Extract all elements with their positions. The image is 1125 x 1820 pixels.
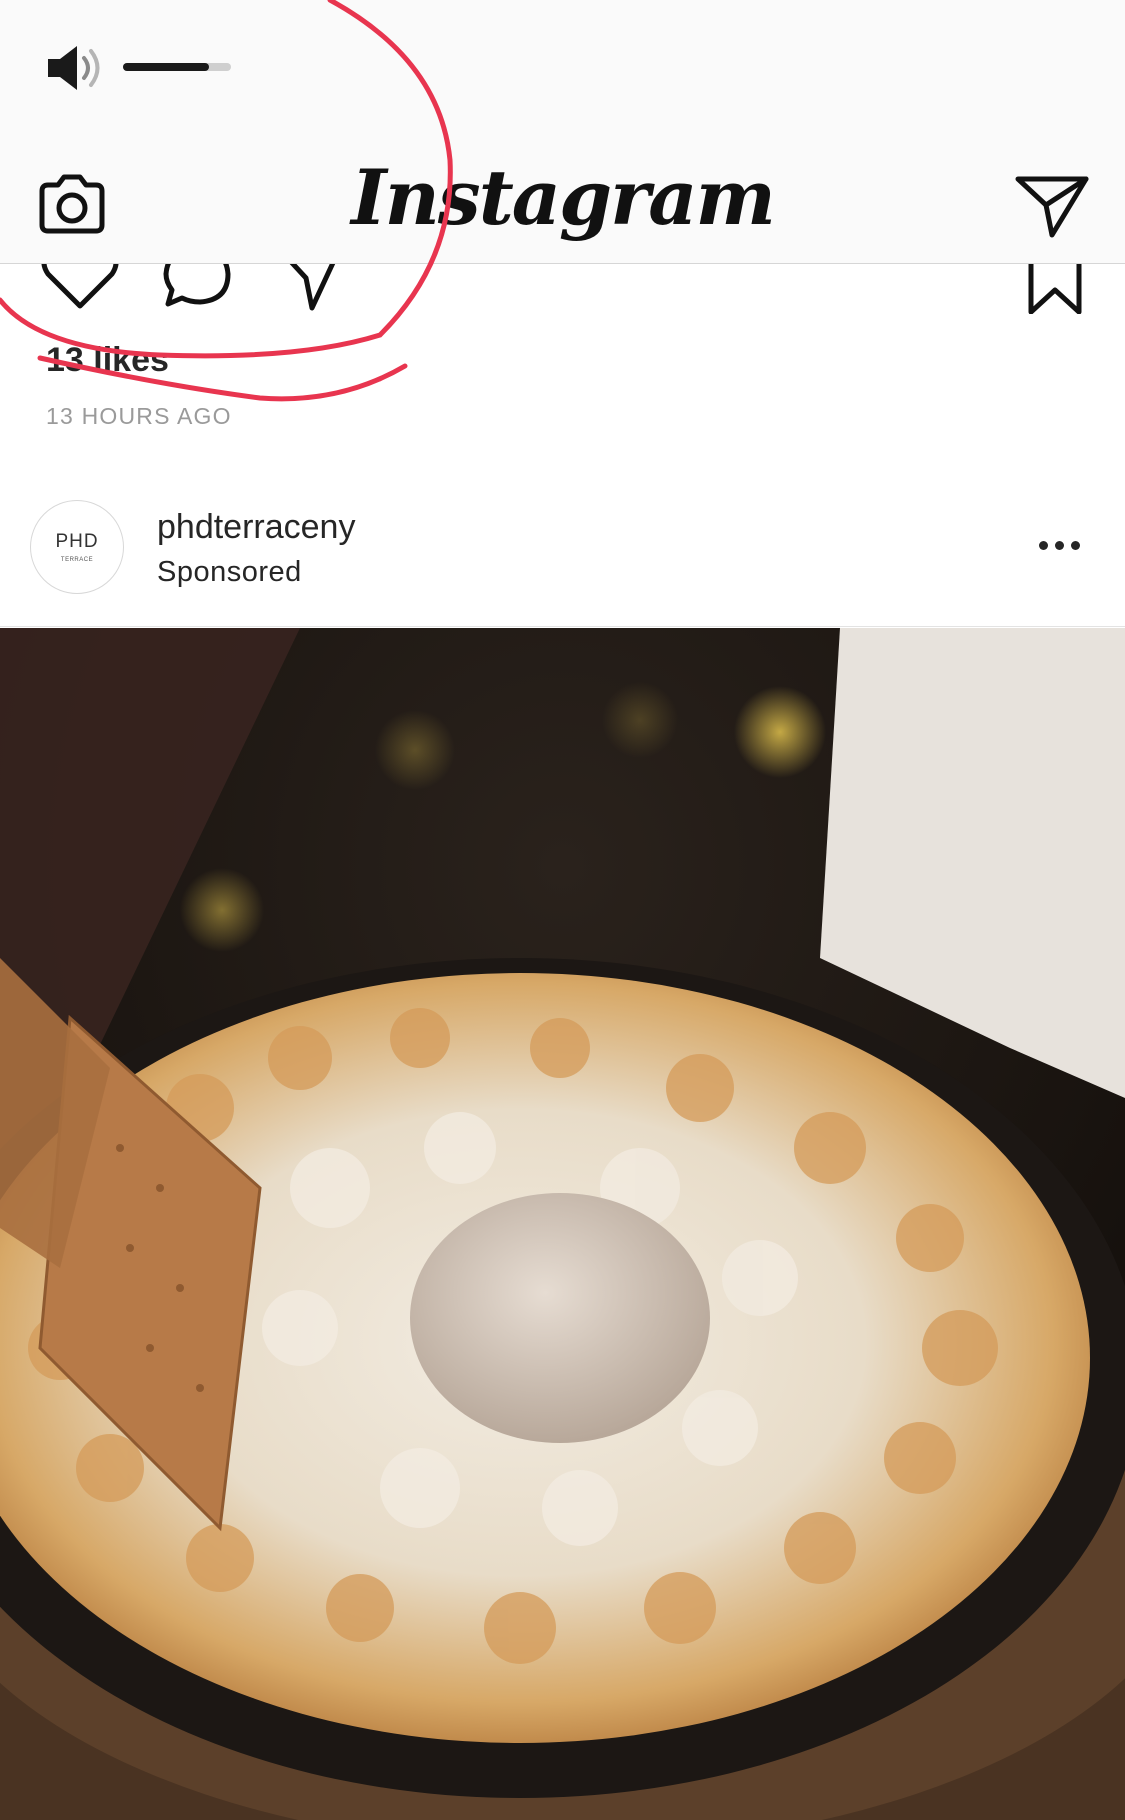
volume-level xyxy=(123,63,210,71)
avatar[interactable]: PHD TERRACE xyxy=(30,500,124,594)
post-timestamp: 13 HOURS AGO xyxy=(46,403,232,429)
comment-icon[interactable] xyxy=(160,264,236,314)
top-bar: Instagram xyxy=(0,145,1125,264)
avatar-logo-subtext: TERRACE xyxy=(60,557,94,563)
previous-post-actions xyxy=(0,264,1125,314)
share-icon[interactable] xyxy=(278,264,342,314)
app-title: Instagram xyxy=(351,153,776,242)
post-media[interactable] xyxy=(0,628,1125,1820)
likes-count[interactable]: 13 likes xyxy=(46,341,169,380)
sponsored-label: Sponsored xyxy=(157,556,302,588)
more-options-icon[interactable] xyxy=(1030,526,1090,566)
heart-icon[interactable] xyxy=(40,264,120,314)
paper-plane-icon[interactable] xyxy=(1012,169,1092,241)
post-header: PHD TERRACE phdterraceny Sponsored xyxy=(0,490,1125,627)
speaker-icon xyxy=(48,46,100,90)
post-username[interactable]: phdterraceny xyxy=(157,508,355,547)
volume-slider[interactable] xyxy=(123,63,231,71)
bookmark-icon[interactable] xyxy=(1025,264,1085,314)
volume-hud xyxy=(0,0,1125,145)
food-photo xyxy=(0,628,1125,1820)
avatar-logo-text: PHD xyxy=(55,531,99,552)
